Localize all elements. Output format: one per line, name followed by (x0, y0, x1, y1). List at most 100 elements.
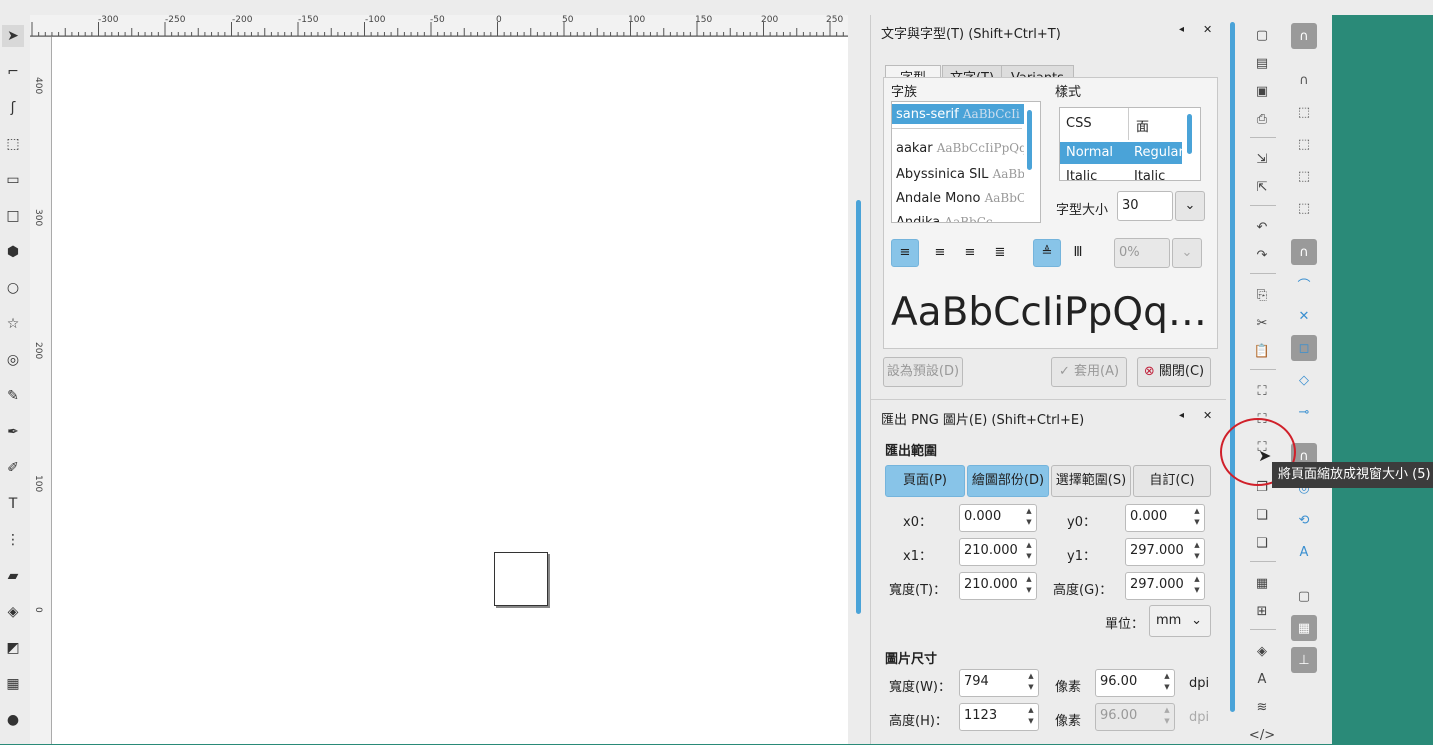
fill-stroke-icon[interactable]: ◈ (1252, 641, 1272, 661)
dpi-input-disabled[interactable]: 96.00 ▲ ▼ (1095, 703, 1175, 731)
spinner-icon[interactable]: ▲ ▼ (1024, 506, 1034, 528)
snap-text-baseline-icon[interactable]: A (1291, 539, 1317, 565)
spinner-icon[interactable]: ▲ ▼ (1192, 574, 1202, 596)
group-icon[interactable]: ▦ (1252, 573, 1272, 593)
save-icon[interactable]: ▣ (1252, 81, 1272, 101)
ungroup-icon[interactable]: ⊞ (1252, 601, 1272, 621)
height-input[interactable]: 297.000 ▲ ▼ (1125, 572, 1205, 600)
snap-midpoint-icon[interactable]: ⊸ (1291, 399, 1317, 425)
spiral-tool-icon[interactable]: ◎ (2, 349, 24, 371)
cut-icon[interactable]: ✂ (1252, 313, 1272, 333)
snap-bbox-icon[interactable]: ∩ (1291, 67, 1317, 93)
spinner-icon[interactable]: ▲ ▼ (1162, 671, 1172, 693)
align-right-button[interactable]: ≡ (957, 239, 983, 267)
vertical-ruler[interactable]: 400 300 200 100 0 (30, 37, 52, 744)
set-default-button[interactable]: 設為預設(D) (883, 357, 963, 387)
spray-tool-icon[interactable]: ⋮ (2, 529, 24, 551)
export-selection-button[interactable]: 選擇範圍(S) (1051, 465, 1131, 497)
drawing-canvas[interactable] (30, 15, 848, 744)
calligraphy-tool-icon[interactable]: ✐ (2, 457, 24, 479)
panel-close-icon[interactable]: ✕ (1203, 409, 1212, 422)
dropper-tool-icon[interactable]: ● (2, 709, 24, 731)
export-custom-button[interactable]: 自訂(C) (1133, 465, 1211, 497)
line-spacing-input[interactable]: 0% (1114, 238, 1170, 268)
spinner-icon[interactable]: ▲ ▼ (1192, 540, 1202, 562)
print-icon[interactable]: ⎙ (1252, 109, 1272, 129)
panel-close-icon[interactable]: ✕ (1203, 23, 1212, 36)
family-list-scrollbar[interactable] (1027, 110, 1032, 170)
spinner-icon[interactable]: ▲ ▼ (1024, 574, 1034, 596)
font-family-list[interactable]: sans-serif AaBbCcIi aakar AaBbCcIiPpQq A… (891, 101, 1041, 223)
snap-bbox-edge-icon[interactable]: ⬚ (1291, 99, 1317, 125)
list-item[interactable]: Andale Mono AaBbC (892, 188, 1024, 208)
star-tool-icon[interactable]: ☆ (2, 313, 24, 335)
gradient-tool-icon[interactable]: ◩ (2, 637, 24, 659)
vertical-text-button[interactable]: Ⅲ (1065, 239, 1091, 267)
snap-path-icon[interactable]: ⌒ (1291, 271, 1317, 297)
text-tool-icon[interactable]: T (2, 493, 24, 515)
xml-editor-icon[interactable]: </> (1249, 725, 1275, 745)
spinner-icon[interactable]: ▲ ▼ (1024, 540, 1034, 562)
align-left-button[interactable]: ≡ (891, 239, 919, 267)
copy-icon[interactable]: ⎘ (1252, 285, 1272, 305)
canvas-scrollbar-thumb[interactable] (856, 200, 861, 614)
new-document-icon[interactable]: ▢ (1252, 25, 1272, 45)
font-size-dropdown[interactable]: ⌄ (1175, 191, 1205, 221)
snap-page-border-icon[interactable]: ▢ (1291, 583, 1317, 609)
img-height-input[interactable]: 1123 ▲ ▼ (959, 703, 1039, 731)
mesh-tool-icon[interactable]: ▦ (2, 673, 24, 695)
list-item[interactable]: Andika AaBbCc (892, 212, 1024, 222)
selector-tool-icon[interactable]: ➤ (2, 25, 24, 47)
snap-toggle-icon[interactable]: ∩ (1291, 23, 1317, 49)
import-icon[interactable]: ⇲ (1252, 149, 1272, 169)
layers-icon[interactable]: ≋ (1252, 697, 1272, 717)
snap-rotation-icon[interactable]: ⟲ (1291, 507, 1317, 533)
3dbox-tool-icon[interactable]: ⬢ (2, 241, 24, 263)
ellipse-tool-icon[interactable]: ○ (2, 277, 24, 299)
font-style-list[interactable]: CSS 面 Normal Regular Italic Italic (1059, 107, 1201, 181)
eraser-tool-icon[interactable]: ▰ (2, 565, 24, 587)
table-row[interactable]: Normal Regular (1060, 142, 1184, 164)
zoom-selection-icon[interactable]: ⛶ (1252, 381, 1272, 401)
width-input[interactable]: 210.000 ▲ ▼ (959, 572, 1037, 600)
table-row[interactable]: Italic Italic (1060, 166, 1182, 180)
img-width-input[interactable]: 794 ▲ ▼ (959, 669, 1039, 697)
y0-input[interactable]: 0.000 ▲ ▼ (1125, 504, 1205, 532)
pen-tool-icon[interactable]: ✒ (2, 421, 24, 443)
measure-tool-icon[interactable]: ▭ (2, 169, 24, 191)
snap-bbox-midpoint-icon[interactable]: ⬚ (1291, 163, 1317, 189)
horizontal-text-button[interactable]: ≜ (1033, 239, 1061, 267)
spinner-icon[interactable]: ▲ ▼ (1192, 506, 1202, 528)
paste-icon[interactable]: 📋 (1252, 341, 1272, 361)
dpi-input[interactable]: 96.00 ▲ ▼ (1095, 669, 1175, 697)
undo-icon[interactable]: ↶ (1252, 217, 1272, 237)
pencil-tool-icon[interactable]: ✎ (2, 385, 24, 407)
dock-scrollbar-thumb[interactable] (1230, 22, 1235, 712)
list-item[interactable]: sans-serif AaBbCcIi (892, 104, 1024, 124)
panel-collapse-icon[interactable]: ◂ (1179, 410, 1184, 421)
horizontal-ruler[interactable]: -300 -250 -200 -150 -100 -50 0 50 100 15… (30, 15, 848, 37)
list-item[interactable]: Abyssinica SIL AaBb (892, 164, 1024, 184)
unit-select[interactable]: mm ⌄ (1149, 605, 1211, 637)
align-center-button[interactable]: ≡ (927, 239, 953, 267)
style-list-scrollbar[interactable] (1187, 114, 1192, 154)
node-tool-icon[interactable]: ⌐ (2, 61, 24, 83)
spinner-icon[interactable]: ▲ ▼ (1026, 705, 1036, 727)
paint-bucket-tool-icon[interactable]: ◈ (2, 601, 24, 623)
font-size-input[interactable]: 30 (1117, 191, 1173, 221)
y1-input[interactable]: 297.000 ▲ ▼ (1125, 538, 1205, 566)
redo-icon[interactable]: ↷ (1252, 245, 1272, 265)
align-justify-button[interactable]: ≣ (987, 239, 1013, 267)
line-spacing-dropdown[interactable]: ⌄ (1172, 238, 1202, 268)
panel-collapse-icon[interactable]: ◂ (1179, 24, 1184, 35)
x0-input[interactable]: 0.000 ▲ ▼ (959, 504, 1037, 532)
apply-button[interactable]: ✓ 套用(A) (1051, 357, 1127, 387)
snap-bbox-corner-icon[interactable]: ⬚ (1291, 131, 1317, 157)
open-icon[interactable]: ▤ (1252, 53, 1272, 73)
snap-nodes-icon[interactable]: ∩ (1291, 239, 1317, 265)
unlink-clone-icon[interactable]: ❑ (1252, 533, 1272, 553)
document-page[interactable] (494, 552, 548, 606)
style-column-css[interactable]: CSS (1066, 116, 1092, 131)
x1-input[interactable]: 210.000 ▲ ▼ (959, 538, 1037, 566)
close-button[interactable]: ⊗ 關閉(C) (1137, 357, 1211, 387)
